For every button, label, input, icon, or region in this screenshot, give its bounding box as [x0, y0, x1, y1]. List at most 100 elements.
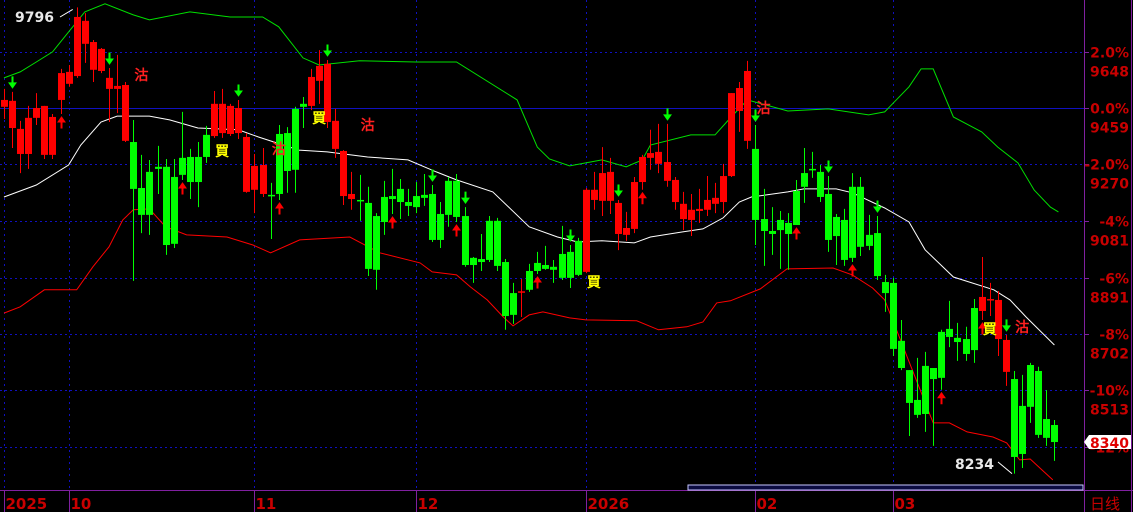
candle-body[interactable]	[623, 228, 630, 235]
candle-body[interactable]	[17, 128, 24, 154]
candle-body[interactable]	[1051, 425, 1058, 443]
candle-body[interactable]	[146, 171, 153, 215]
candle-body[interactable]	[332, 120, 339, 149]
candle-body[interactable]	[664, 162, 671, 181]
candle[interactable]	[332, 108, 339, 158]
candle[interactable]	[712, 182, 719, 214]
candle[interactable]	[195, 142, 202, 208]
candle-body[interactable]	[688, 209, 695, 220]
period-label[interactable]: 日线	[1090, 495, 1120, 512]
candle-body[interactable]	[389, 196, 396, 200]
candle[interactable]	[534, 251, 541, 274]
candle-body[interactable]	[138, 188, 145, 215]
candle[interactable]	[963, 326, 970, 361]
candle-body[interactable]	[720, 176, 727, 203]
candle[interactable]	[219, 88, 226, 138]
candle[interactable]	[866, 214, 873, 251]
candle[interactable]	[744, 60, 751, 149]
candle-body[interactable]	[211, 103, 218, 137]
candle[interactable]	[203, 125, 210, 163]
candle[interactable]	[453, 173, 460, 223]
candle[interactable]	[761, 188, 768, 266]
candle-body[interactable]	[1, 99, 8, 107]
candle[interactable]	[308, 68, 315, 111]
candle[interactable]	[171, 159, 178, 248]
candle-body[interactable]	[575, 240, 582, 275]
candle-body[interactable]	[567, 251, 574, 278]
candle[interactable]	[357, 174, 364, 221]
candle-body[interactable]	[502, 262, 509, 317]
candle[interactable]	[833, 213, 840, 266]
candle-body[interactable]	[591, 189, 598, 200]
candle[interactable]	[138, 154, 145, 234]
candle[interactable]	[405, 188, 412, 217]
candle[interactable]	[825, 176, 832, 252]
candle[interactable]	[898, 319, 905, 371]
candle[interactable]	[340, 150, 347, 206]
candle[interactable]	[284, 127, 291, 193]
candle-body[interactable]	[510, 293, 517, 315]
candle[interactable]	[17, 120, 24, 174]
candle[interactable]	[954, 322, 961, 361]
candle[interactable]	[1003, 334, 1010, 386]
candle[interactable]	[631, 176, 638, 234]
candle-body[interactable]	[833, 216, 840, 237]
candle[interactable]	[316, 50, 323, 104]
candle[interactable]	[373, 213, 380, 290]
candle-body[interactable]	[526, 270, 533, 290]
candle[interactable]	[591, 171, 598, 210]
candle[interactable]	[187, 148, 194, 200]
candle-body[interactable]	[930, 368, 937, 380]
candle-body[interactable]	[825, 193, 832, 240]
candle-body[interactable]	[898, 340, 905, 368]
candle-body[interactable]	[817, 171, 824, 197]
candle-body[interactable]	[963, 339, 970, 354]
candle-body[interactable]	[122, 85, 129, 141]
candle-body[interactable]	[187, 156, 194, 183]
candle[interactable]	[1051, 419, 1058, 461]
candle-body[interactable]	[1035, 370, 1042, 435]
scrollbar[interactable]	[687, 484, 1084, 491]
candle[interactable]	[49, 113, 56, 160]
candle-body[interactable]	[58, 73, 65, 100]
candle-body[interactable]	[49, 116, 56, 155]
candle-body[interactable]	[728, 93, 735, 177]
candle-body[interactable]	[1019, 405, 1026, 454]
candle-body[interactable]	[413, 196, 420, 208]
candle-body[interactable]	[171, 176, 178, 244]
candle-body[interactable]	[74, 16, 81, 77]
candle-body[interactable]	[777, 219, 784, 231]
candle[interactable]	[655, 123, 662, 174]
candle-body[interactable]	[421, 194, 428, 198]
candle-body[interactable]	[373, 216, 380, 270]
candle[interactable]	[607, 157, 614, 214]
candle[interactable]	[1043, 390, 1050, 446]
candle-body[interactable]	[365, 202, 372, 269]
candle-body[interactable]	[906, 370, 913, 403]
candle[interactable]	[696, 188, 703, 223]
candle[interactable]	[680, 191, 687, 231]
candle[interactable]	[971, 299, 978, 363]
candle[interactable]	[672, 176, 679, 210]
candle-body[interactable]	[1003, 339, 1010, 372]
candle-body[interactable]	[534, 262, 541, 271]
candle[interactable]	[890, 277, 897, 357]
candle-body[interactable]	[453, 180, 460, 217]
candle[interactable]	[849, 173, 856, 263]
candle-body[interactable]	[971, 308, 978, 351]
candle[interactable]	[639, 154, 646, 190]
candle-body[interactable]	[607, 171, 614, 201]
candle[interactable]	[720, 163, 727, 214]
candle[interactable]	[857, 176, 864, 257]
candle-body[interactable]	[793, 190, 800, 226]
candle-body[interactable]	[866, 234, 873, 246]
candle-body[interactable]	[849, 186, 856, 258]
candle-body[interactable]	[761, 219, 768, 231]
candle-body[interactable]	[712, 197, 719, 204]
candle-body[interactable]	[251, 165, 258, 190]
candle-body[interactable]	[914, 399, 921, 415]
candle-body[interactable]	[494, 220, 501, 266]
candle-body[interactable]	[9, 100, 16, 128]
candle-body[interactable]	[938, 331, 945, 378]
candle[interactable]	[421, 173, 428, 206]
